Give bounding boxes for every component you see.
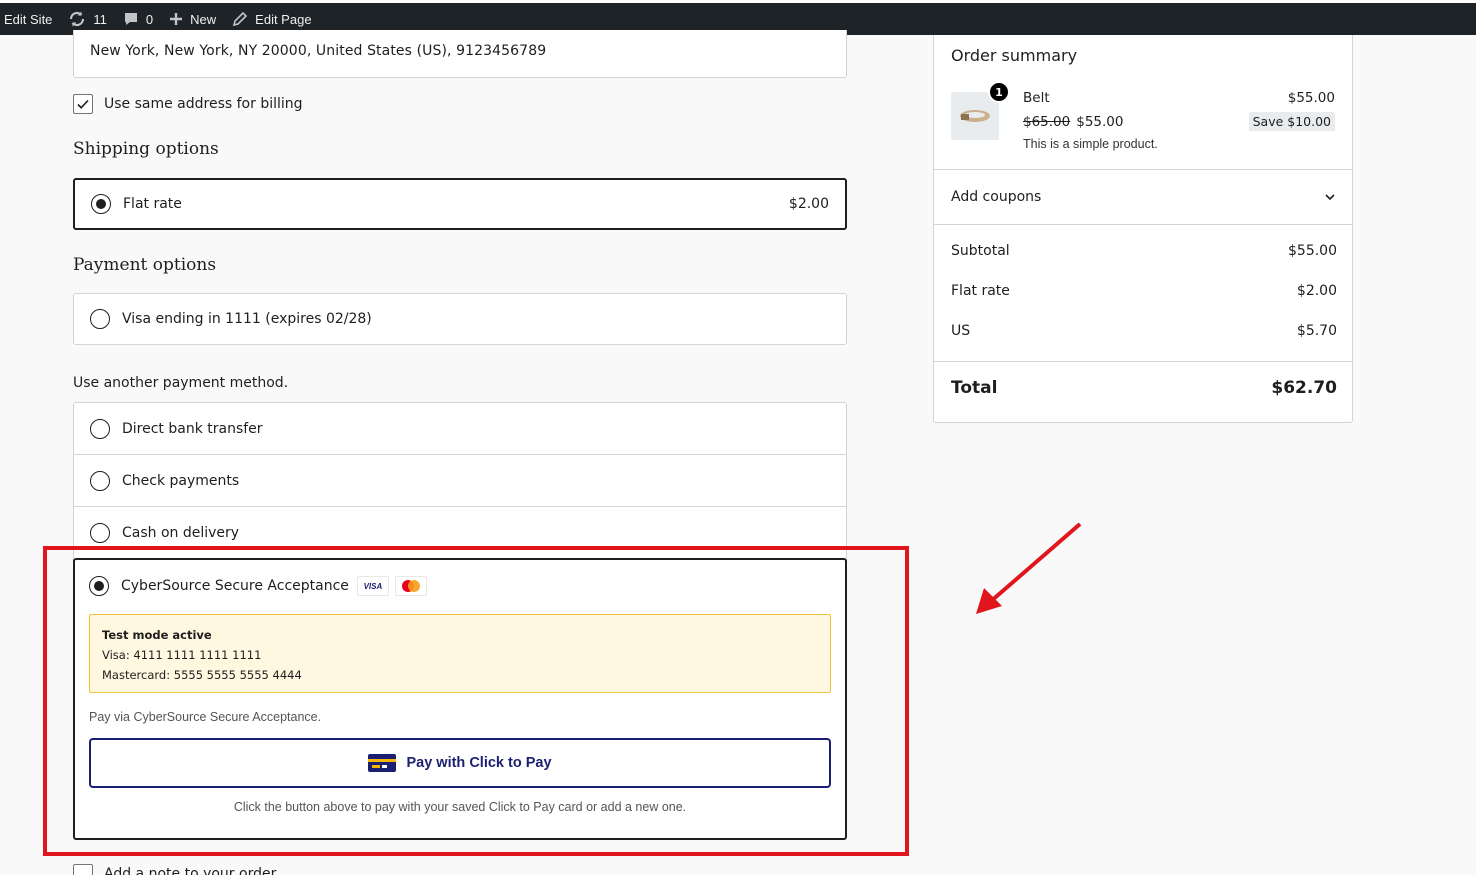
payment-method-check[interactable]: Check payments xyxy=(73,454,847,506)
other-payment-label: Use another payment method. xyxy=(73,375,289,391)
shipping-options-title: Shipping options xyxy=(73,139,219,159)
product-price-info: $65.00 $55.00 xyxy=(1023,114,1124,130)
add-coupons-label: Add coupons xyxy=(951,189,1042,205)
payment-method-cybersource[interactable]: CyberSource Secure Acceptance VISA Test … xyxy=(73,558,847,840)
visa-logo-text: VISA xyxy=(363,581,383,591)
comment-icon xyxy=(124,13,137,25)
test-mode-notice: Test mode active Visa: 4111 1111 1111 11… xyxy=(89,614,831,693)
belt-image-icon xyxy=(960,110,990,122)
bank-transfer-label: Direct bank transfer xyxy=(122,420,263,437)
edit-site-link[interactable]: Edit Site xyxy=(0,3,60,35)
subtotal-value: $55.00 xyxy=(1288,243,1337,259)
cybersource-radio[interactable] xyxy=(89,576,109,596)
checkmark-icon xyxy=(77,99,89,109)
click-to-pay-label: Pay with Click to Pay xyxy=(406,755,552,771)
comments-count: 0 xyxy=(145,11,154,27)
bank-transfer-radio[interactable] xyxy=(90,418,110,439)
summary-divider xyxy=(934,169,1353,170)
same-billing-label: Use same address for billing xyxy=(104,96,303,112)
shipping-option-flat-rate[interactable]: Flat rate $2.00 xyxy=(73,178,847,230)
chevron-down-icon xyxy=(1325,194,1335,201)
cod-label: Cash on delivery xyxy=(122,524,240,541)
payment-method-bank-transfer[interactable]: Direct bank transfer xyxy=(73,402,847,454)
click-to-pay-card-icon xyxy=(368,754,397,772)
edit-site-label: Edit Site xyxy=(4,11,53,27)
product-description: This is a simple product. xyxy=(1023,137,1158,151)
total-row: Total $62.70 xyxy=(951,378,1337,398)
product-new-price: $55.00 xyxy=(1076,114,1124,130)
new-label: New xyxy=(190,11,217,27)
saved-card-option[interactable]: Visa ending in 1111 (expires 02/28) xyxy=(73,293,847,345)
click-to-pay-button[interactable]: Pay with Click to Pay xyxy=(89,738,831,788)
payment-method-cod[interactable]: Cash on delivery xyxy=(73,506,847,558)
summary-divider xyxy=(934,224,1353,225)
saved-card-radio[interactable] xyxy=(90,309,110,329)
shipping-address-text: New York, New York, NY 20000, United Sta… xyxy=(90,43,547,59)
test-visa-number: Visa: 4111 1111 1111 1111 xyxy=(102,648,262,662)
total-value: $62.70 xyxy=(1271,378,1337,398)
visa-logo-icon: VISA xyxy=(356,576,389,596)
cod-radio[interactable] xyxy=(90,522,110,543)
order-note-label: Add a note to your order xyxy=(104,866,277,875)
tax-row: US $5.70 xyxy=(951,323,1337,339)
subtotal-row: Subtotal $55.00 xyxy=(951,243,1337,259)
check-payments-label: Check payments xyxy=(122,472,240,489)
updates-count: 11 xyxy=(93,11,107,27)
same-billing-checkbox[interactable] xyxy=(73,94,93,114)
same-billing-checkbox-row[interactable]: Use same address for billing xyxy=(73,94,303,114)
cybersource-label: CyberSource Secure Acceptance xyxy=(121,578,349,594)
product-old-price: $65.00 xyxy=(1023,114,1071,130)
order-note-checkbox-row[interactable]: Add a note to your order xyxy=(73,864,276,875)
total-label: Total xyxy=(951,378,998,398)
save-badge: Save $10.00 xyxy=(1248,112,1335,131)
order-note-checkbox[interactable] xyxy=(73,864,93,875)
click-to-pay-hint: Click the button above to pay with your … xyxy=(233,800,687,814)
subtotal-label: Subtotal xyxy=(951,243,1010,259)
cybersource-description: Pay via CyberSource Secure Acceptance. xyxy=(89,710,322,724)
updates-icon xyxy=(70,11,85,27)
shipping-address-box[interactable]: New York, New York, NY 20000, United Sta… xyxy=(73,30,847,78)
summary-divider xyxy=(934,361,1353,362)
add-coupons-toggle[interactable]: Add coupons xyxy=(951,189,1337,205)
shipping-label: Flat rate xyxy=(951,283,1010,299)
product-line-price: $55.00 xyxy=(1287,90,1335,106)
tax-label: US xyxy=(951,323,971,339)
shipping-value: $2.00 xyxy=(1296,283,1337,299)
annotation-arrow-icon xyxy=(976,522,1082,614)
payment-options-title: Payment options xyxy=(73,255,217,275)
item-quantity-badge: 1 xyxy=(988,81,1010,103)
plus-icon xyxy=(170,13,183,25)
check-payments-radio[interactable] xyxy=(90,470,110,491)
order-summary-panel: Order summary 1 Belt $55.00 $65.00 $55.00… xyxy=(933,35,1353,423)
tax-value: $5.70 xyxy=(1296,323,1337,339)
flat-rate-radio[interactable] xyxy=(91,194,111,214)
flat-rate-price: $2.00 xyxy=(788,196,829,212)
test-mode-title: Test mode active xyxy=(102,628,212,642)
flat-rate-label: Flat rate xyxy=(123,196,182,212)
pencil-icon xyxy=(233,11,248,27)
shipping-row: Flat rate $2.00 xyxy=(951,283,1337,299)
product-name: Belt xyxy=(1023,90,1050,106)
saved-card-label: Visa ending in 1111 (expires 02/28) xyxy=(122,311,372,327)
test-mastercard-number: Mastercard: 5555 5555 5555 4444 xyxy=(102,668,302,682)
mastercard-logo-icon xyxy=(394,576,427,596)
edit-page-label: Edit Page xyxy=(255,11,312,27)
order-summary-title: Order summary xyxy=(951,46,1078,65)
